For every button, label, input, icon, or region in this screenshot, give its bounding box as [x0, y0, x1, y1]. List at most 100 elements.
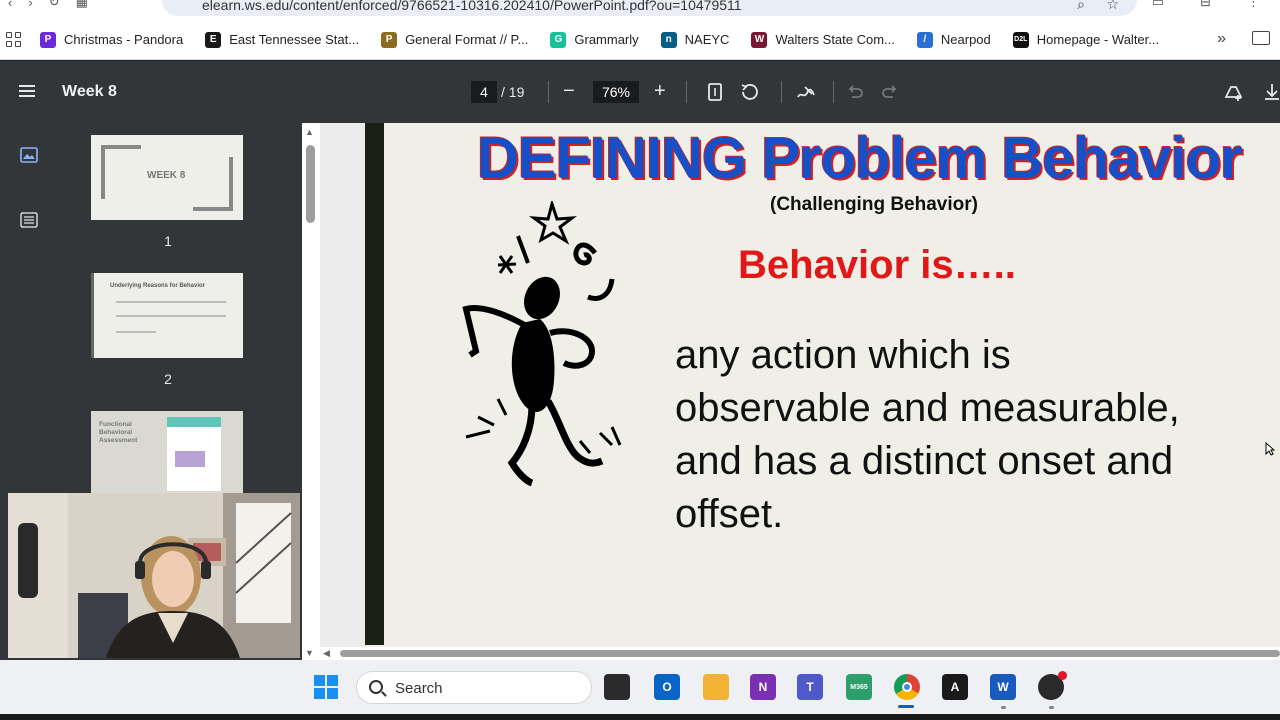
extensions-icon[interactable]: ▦ [76, 0, 88, 10]
thumbnail-3-image-block [175, 451, 205, 467]
windows-taskbar [0, 660, 1280, 714]
open-app-indicator [1049, 706, 1054, 709]
naeyc-icon: n [660, 31, 677, 48]
thumbnail-page-1[interactable]: WEEK 8 [91, 135, 243, 220]
apps-grid-icon[interactable] [6, 31, 22, 48]
toolbar-divider [686, 81, 687, 103]
redo-icon[interactable] [879, 81, 901, 103]
browser-top-bar: ‹ › ↻ ▦ elearn.ws.edu/content/enforced/9… [0, 0, 1280, 20]
slide-heading: Behavior is….. [738, 243, 1016, 287]
active-app-indicator [898, 705, 914, 708]
rotate-icon[interactable] [739, 81, 761, 103]
nav-controls: ‹ › ↻ ▦ [0, 0, 88, 10]
address-bar[interactable]: elearn.ws.edu/content/enforced/9766521-1… [162, 0, 1137, 16]
pdf-viewer[interactable]: DEFINING Problem Behavior (Challenging B… [320, 123, 1280, 647]
screen-bottom-edge [0, 714, 1280, 720]
walters-state-icon: W [751, 31, 768, 48]
thumbnail-scroll-thumb[interactable] [306, 145, 315, 223]
m365-icon[interactable]: M365 [846, 674, 872, 700]
bookmark-item[interactable]: / Nearpod [916, 31, 991, 48]
teams-icon[interactable]: T [797, 674, 823, 700]
download-icon[interactable] [1261, 81, 1280, 103]
reload-icon[interactable]: ↻ [49, 0, 60, 10]
task-view-icon[interactable] [604, 674, 630, 700]
slide-subtitle: (Challenging Behavior) [770, 194, 978, 215]
outlook-icon[interactable]: O [654, 674, 680, 700]
page-number-input[interactable]: 4 [471, 81, 497, 103]
onenote-icon[interactable]: N [750, 674, 776, 700]
slide-title: DEFINING Problem Behavior [477, 126, 1243, 191]
browser-actions: ▭ ⊟ ⋮ [1152, 0, 1260, 10]
back-icon[interactable]: ‹ [8, 0, 12, 10]
bookmark-label: NAEYC [684, 32, 730, 47]
acrobat-icon[interactable]: A [942, 674, 968, 700]
mouse-cursor-icon [1265, 442, 1275, 456]
pdf-toolbar: Week 8 4 / 19 − 76% + [0, 61, 1280, 123]
bookmark-item[interactable]: P General Format // P... [381, 31, 529, 48]
page-total: / 19 [501, 84, 525, 100]
pandora-icon: P [40, 31, 56, 48]
bookmark-item[interactable]: E East Tennessee Stat... [205, 31, 360, 48]
bookmark-item[interactable]: D2L Homepage - Walter... [1012, 31, 1159, 48]
zoom-level-input[interactable]: 76% [593, 81, 639, 103]
bookmark-label: East Tennessee Stat... [229, 32, 360, 47]
bookmark-label: Nearpod [940, 32, 991, 47]
scroll-up-icon[interactable]: ▲ [305, 127, 314, 137]
thumbnail-2-text: Underlying Reasons for Behavior [110, 283, 206, 289]
thumbnail-number: 2 [164, 371, 172, 387]
chrome-icon[interactable] [894, 674, 920, 700]
bookmark-item[interactable]: n NAEYC [660, 31, 730, 48]
toolbar-divider [833, 81, 834, 103]
taskbar-search[interactable]: Search [356, 671, 592, 704]
obs-icon[interactable] [1038, 671, 1067, 700]
word-icon[interactable]: W [990, 674, 1016, 700]
search-icon [369, 680, 383, 694]
grammarly-icon: G [550, 31, 567, 48]
sidebar-menu-icon[interactable] [19, 85, 35, 97]
file-explorer-icon[interactable] [703, 674, 729, 700]
bookmarks-bar: P Christmas - Pandora E East Tennessee Stat… [0, 20, 1280, 60]
tab-search-icon[interactable]: ▭ [1152, 0, 1164, 10]
scroll-down-icon[interactable]: ▼ [305, 648, 314, 658]
slide-body-text: any action which is observable and measu… [675, 333, 1180, 536]
toolbar-divider [548, 81, 549, 103]
thumbnail-1-text: WEEK 8 [147, 170, 186, 181]
thumbnail-2-line [116, 301, 226, 303]
profile-icon[interactable]: ⊟ [1200, 0, 1211, 10]
drive-upload-icon[interactable] [1222, 81, 1244, 103]
bookmark-star-icon[interactable]: ☆ [1106, 0, 1119, 13]
bookmark-label: Walters State Com... [775, 32, 895, 47]
zoom-out-button[interactable]: − [563, 79, 575, 103]
bookmark-item[interactable]: G Grammarly [550, 31, 639, 48]
thumbnail-2-line [116, 331, 156, 333]
thumbnail-2-line [116, 315, 226, 317]
annotate-pen-icon[interactable] [795, 81, 817, 103]
scroll-left-icon[interactable]: ◀ [323, 648, 330, 659]
outline-icon[interactable] [20, 212, 38, 228]
bookmark-label: Christmas - Pandora [64, 32, 184, 47]
bookmark-item[interactable]: W Walters State Com... [751, 31, 895, 48]
frustrated-figure-clipart [462, 201, 622, 487]
all-bookmarks-folder-icon[interactable] [1252, 31, 1270, 45]
webcam-video [8, 493, 300, 658]
forward-icon[interactable]: › [28, 0, 32, 10]
thumbnail-page-3[interactable]: Functional Behavioral Assessment [91, 411, 243, 496]
more-bookmarks-icon[interactable]: » [1217, 30, 1226, 48]
document-title: Week 8 [62, 83, 117, 100]
bookmark-item[interactable]: P Christmas - Pandora [40, 31, 184, 48]
bookmark-label: Grammarly [574, 32, 639, 47]
windows-start-icon[interactable] [314, 675, 338, 699]
slide-left-bar [365, 123, 384, 645]
menu-icon[interactable]: ⋮ [1247, 0, 1260, 10]
zoom-in-button[interactable]: + [654, 79, 666, 103]
bookmark-label: General Format // P... [405, 32, 529, 47]
thumbnails-icon[interactable] [20, 147, 38, 163]
undo-icon[interactable] [844, 81, 866, 103]
purdue-owl-icon: P [381, 31, 398, 48]
url-text: elearn.ws.edu/content/enforced/9766521-1… [202, 0, 742, 13]
thumbnail-page-2[interactable]: Underlying Reasons for Behavior [91, 273, 243, 358]
horizontal-scroll-thumb[interactable] [340, 650, 1280, 657]
search-lens-icon[interactable]: ⌕ [1077, 0, 1085, 13]
fit-page-icon[interactable] [704, 81, 726, 103]
bookmark-list: P Christmas - Pandora E East Tennessee Stat… [40, 31, 1181, 48]
